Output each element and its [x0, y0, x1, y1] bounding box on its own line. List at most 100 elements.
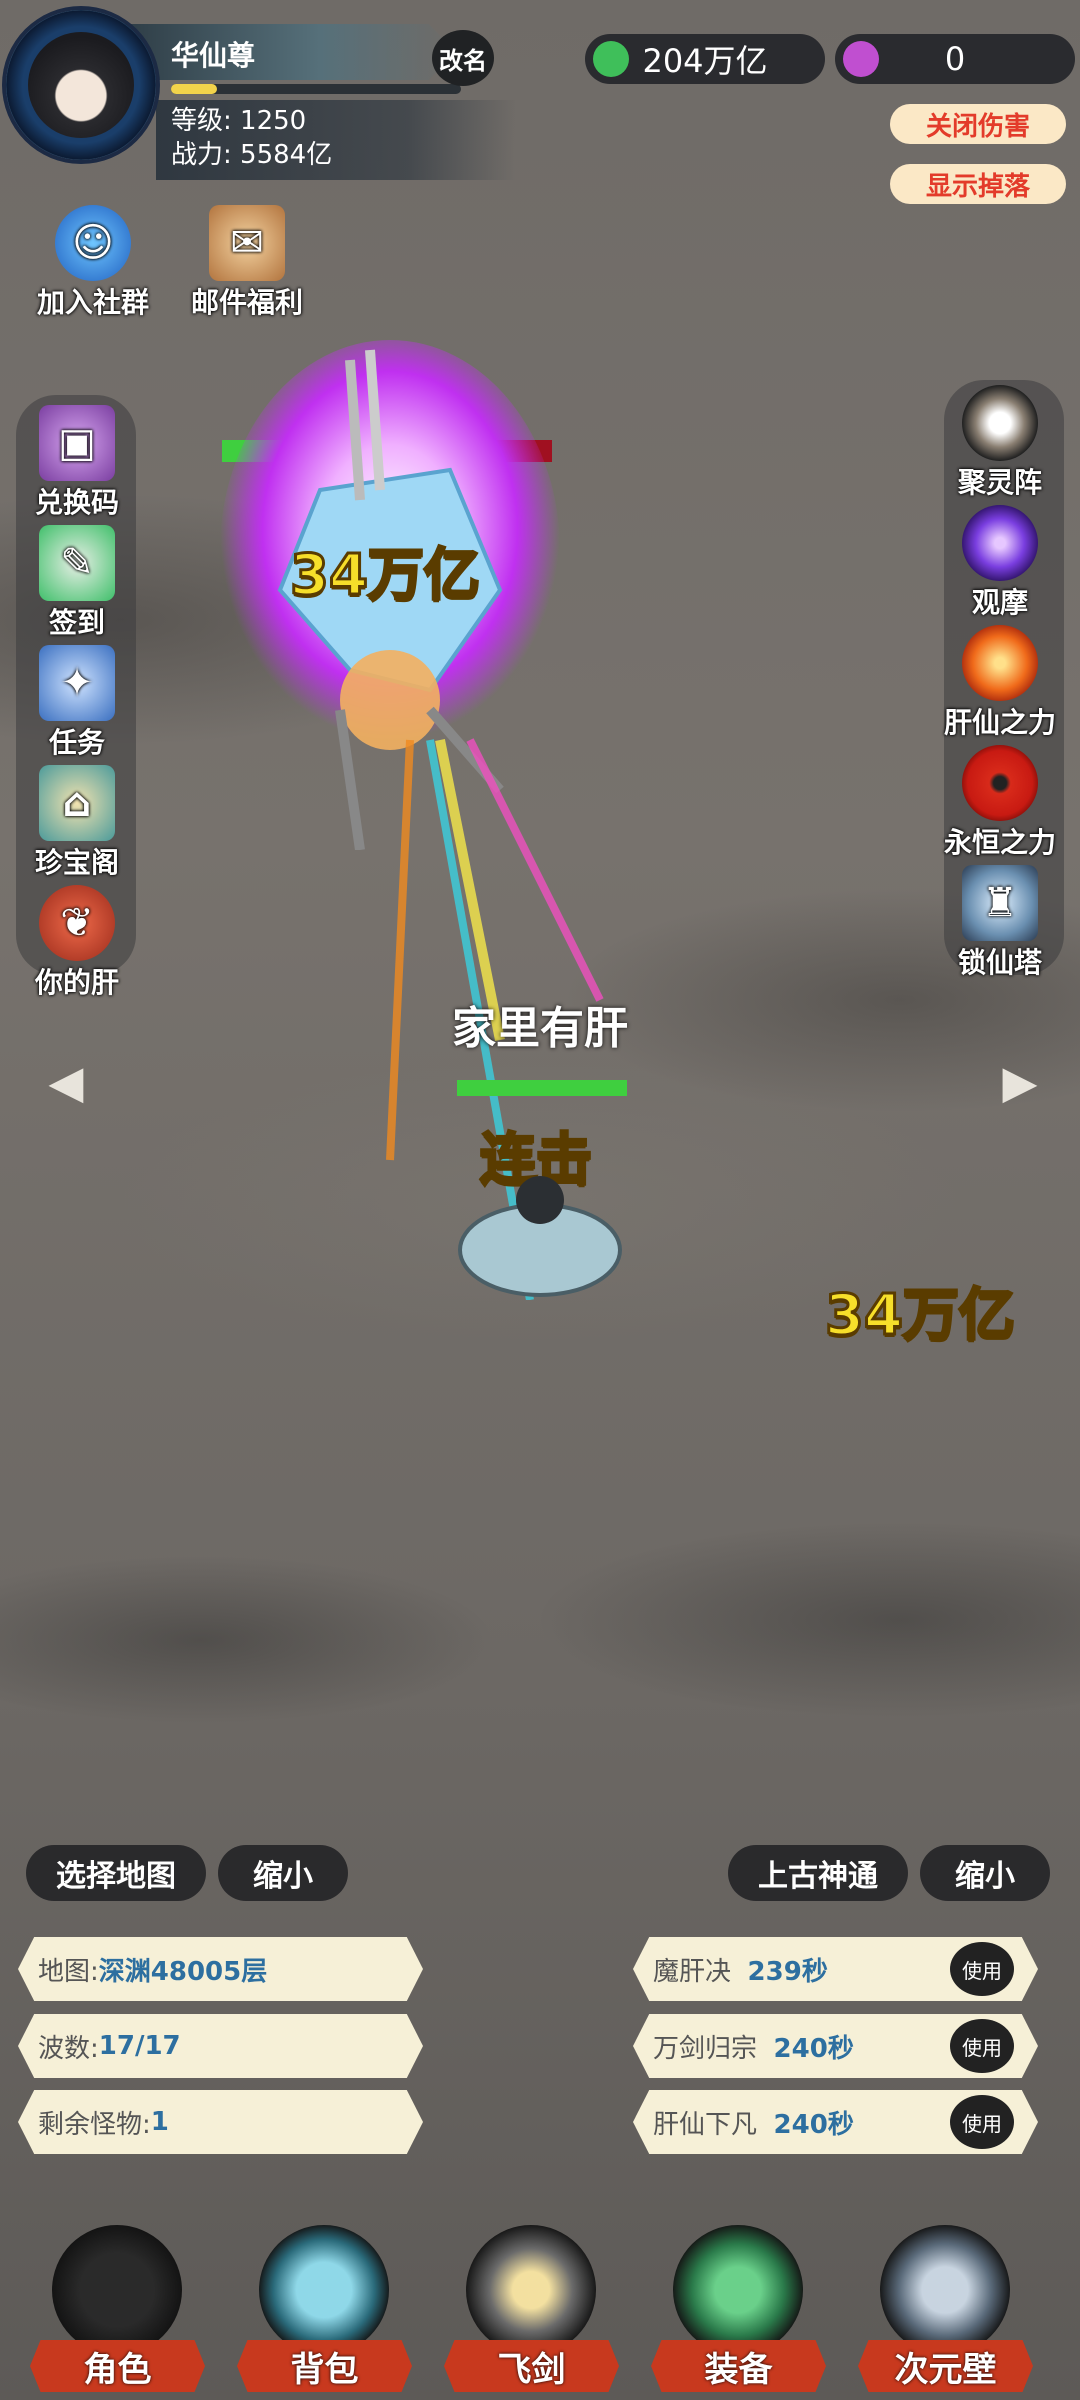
- use-skill-button[interactable]: 使用: [950, 1942, 1014, 1996]
- enemy-damage-text: 34万亿: [289, 542, 482, 610]
- tower-icon: ♜: [962, 865, 1038, 941]
- eternal-power-label: 永恒之力: [943, 826, 1056, 859]
- lock-immortal-tower-button[interactable]: ♜ 锁仙塔: [935, 865, 1065, 981]
- skill-name: 魔肝决: [653, 1956, 732, 1987]
- observe-button[interactable]: 观摩: [935, 505, 1065, 621]
- orb-currency-icon: [843, 41, 879, 77]
- sign-in-button[interactable]: ✎ 签到: [12, 525, 142, 641]
- treasure-pavilion-button[interactable]: ⌂ 珍宝阁: [12, 765, 142, 881]
- nav-character[interactable]: 角色: [30, 2225, 205, 2400]
- player-profile[interactable]: 华仙尊 改名 等级: 1250 战力: 5584亿: [6, 10, 516, 180]
- treasure-pavilion-label: 珍宝阁: [34, 846, 119, 879]
- player-title-text: 家里有肝: [452, 1003, 628, 1054]
- wave-info-row: 波数: 17/17: [18, 2014, 423, 2078]
- use-skill-button[interactable]: 使用: [950, 2095, 1014, 2149]
- flying-sword-icon: [466, 2225, 596, 2355]
- nav-flying-sword-label: 飞剑: [444, 2340, 619, 2392]
- quest-button[interactable]: ✦ 任务: [12, 645, 142, 761]
- community-icon: ☺: [55, 205, 131, 281]
- next-arrow-icon[interactable]: ▸: [990, 1040, 1050, 1120]
- gem-amount: 204万亿: [642, 42, 768, 80]
- remaining-monsters-label: 剩余怪物:: [38, 2109, 151, 2140]
- orb-currency[interactable]: 0: [835, 34, 1075, 84]
- spirit-array-label: 聚灵阵: [957, 466, 1042, 499]
- sharingan-icon: [962, 745, 1038, 821]
- map-info-row: 地图: 深渊48005层: [18, 1937, 423, 2001]
- player-name: 华仙尊: [171, 39, 256, 72]
- nav-bag-label: 背包: [237, 2340, 412, 2392]
- dragon-equipment-icon: [673, 2225, 803, 2355]
- wave-value: 17/17: [98, 2031, 181, 2061]
- pavilion-icon: ⌂: [39, 765, 115, 841]
- gem-icon: [593, 41, 629, 77]
- liver-immortal-power-button[interactable]: 肝仙之力: [935, 625, 1065, 741]
- skill-name: 肝仙下凡: [653, 2109, 758, 2140]
- avatar[interactable]: [6, 10, 156, 160]
- skill-cooldown: 239秒: [747, 1956, 828, 1987]
- orb-icon: [962, 505, 1038, 581]
- skill-name: 万剑归宗: [653, 2033, 758, 2064]
- nav-equipment[interactable]: 装备: [651, 2225, 826, 2400]
- rename-button[interactable]: 改名: [432, 30, 494, 86]
- character-portrait-icon: [52, 2225, 182, 2355]
- power-value: 5584亿: [240, 140, 333, 170]
- gem-currency[interactable]: 204万亿: [585, 34, 825, 84]
- player-hp-fill: [457, 1080, 627, 1096]
- bag-icon: [259, 2225, 389, 2355]
- orange-beam: [386, 739, 414, 1161]
- avatar-face-icon: [28, 32, 134, 138]
- chest-icon: ▣: [39, 405, 115, 481]
- nav-flying-sword[interactable]: 飞剑: [444, 2225, 619, 2400]
- eternal-power-button[interactable]: 永恒之力: [935, 745, 1065, 861]
- character-head-icon: [516, 1176, 564, 1224]
- mail-chest-icon: ✉: [209, 205, 285, 281]
- nav-dimension-wall-label: 次元壁: [858, 2340, 1033, 2392]
- level-stat: 等级: 1250: [171, 100, 306, 137]
- lock-immortal-tower-label: 锁仙塔: [957, 946, 1042, 979]
- array-icon: [962, 385, 1038, 461]
- nav-dimension-wall[interactable]: 次元壁: [858, 2225, 1033, 2400]
- your-liver-button[interactable]: ❦ 你的肝: [12, 885, 142, 1001]
- liver-immortal-power-label: 肝仙之力: [943, 706, 1056, 739]
- mail-welfare-label: 邮件福利: [190, 286, 303, 319]
- ancient-power-button[interactable]: 上古神通: [728, 1845, 908, 1901]
- close-damage-button[interactable]: 关闭伤害: [890, 104, 1066, 144]
- level-label: 等级:: [171, 106, 232, 136]
- exp-fill: [171, 84, 218, 94]
- map-value: 深渊48005层: [98, 1956, 268, 1987]
- player-hp-bar: [457, 1080, 627, 1096]
- remaining-monsters-row: 剩余怪物: 1: [18, 2090, 423, 2154]
- remaining-monsters-value: 1: [150, 2107, 169, 2137]
- power-label: 战力:: [171, 140, 232, 170]
- liver-icon: ❦: [39, 885, 115, 961]
- wave-label: 波数:: [38, 2033, 99, 2064]
- previous-arrow-icon[interactable]: ◂: [36, 1040, 96, 1120]
- nav-character-label: 角色: [30, 2340, 205, 2392]
- skill-cooldown: 240秒: [773, 2033, 854, 2064]
- use-skill-button[interactable]: 使用: [950, 2019, 1014, 2073]
- nav-equipment-label: 装备: [651, 2340, 826, 2392]
- dimension-wall-icon: [880, 2225, 1010, 2355]
- map-label: 地图:: [38, 1956, 99, 1987]
- shrink-left-button[interactable]: 缩小: [218, 1845, 348, 1901]
- join-community-label: 加入社群: [36, 286, 149, 319]
- redeem-code-button[interactable]: ▣ 兑换码: [12, 405, 142, 521]
- mail-welfare-button[interactable]: ✉ 邮件福利: [182, 205, 312, 321]
- player-title: 家里有肝: [405, 992, 675, 1056]
- show-drops-button[interactable]: 显示掉落: [890, 164, 1066, 204]
- sign-in-label: 签到: [48, 606, 105, 639]
- quest-icon: ✦: [39, 645, 115, 721]
- skill-cooldown: 240秒: [773, 2109, 854, 2140]
- orb-amount: 0: [944, 40, 966, 78]
- floating-damage-text: 34万亿: [824, 1282, 1017, 1350]
- level-value: 1250: [240, 106, 307, 136]
- spirit-array-button[interactable]: 聚灵阵: [935, 385, 1065, 501]
- power-stat: 战力: 5584亿: [171, 134, 332, 171]
- nav-bag[interactable]: 背包: [237, 2225, 412, 2400]
- shrink-right-button[interactable]: 缩小: [920, 1845, 1050, 1901]
- name-plate: [116, 24, 456, 80]
- exp-bar: [171, 84, 461, 94]
- join-community-button[interactable]: ☺ 加入社群: [28, 205, 158, 321]
- select-map-button[interactable]: 选择地图: [26, 1845, 206, 1901]
- redeem-code-label: 兑换码: [34, 486, 119, 519]
